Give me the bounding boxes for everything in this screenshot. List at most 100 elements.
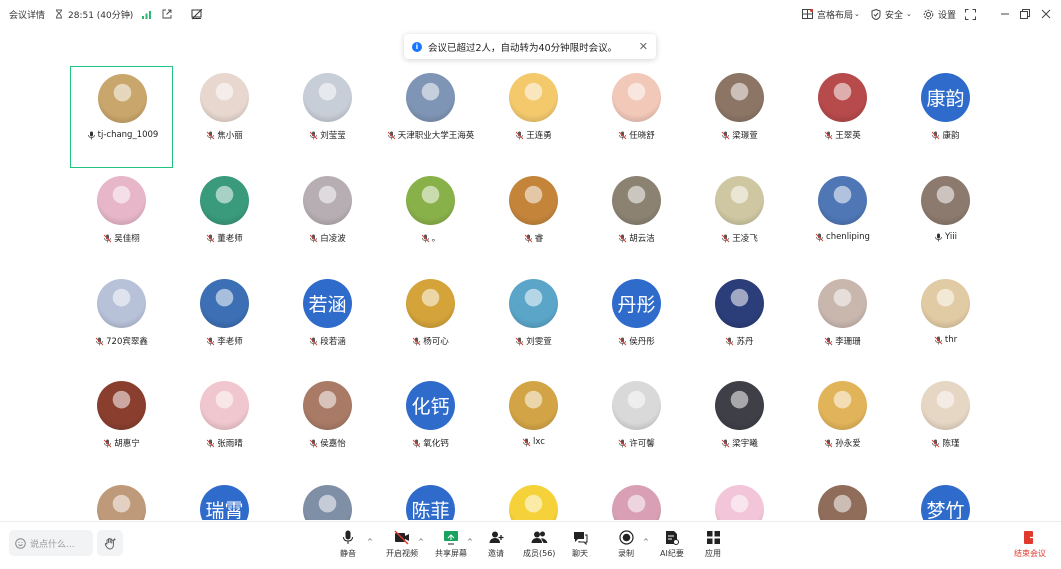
participant-tile[interactable]: 焦小丽 — [173, 66, 276, 168]
participant-tile[interactable] — [791, 478, 894, 520]
participant-tile[interactable]: 康韵 康韵 — [894, 66, 997, 168]
mic-muted-icon — [206, 234, 215, 242]
participant-tile[interactable]: 张雨晴 — [173, 374, 276, 476]
participant-tile[interactable]: tj-chang_1009 — [70, 66, 173, 168]
participant-tile[interactable] — [585, 478, 688, 520]
participant-tile[interactable]: Yiii — [894, 169, 997, 271]
mic-muted-icon — [618, 131, 627, 139]
participant-tile[interactable]: chenliping — [791, 169, 894, 271]
participant-tile[interactable]: 陈瑾 — [894, 374, 997, 476]
participant-name-row: 胡惠宁 — [70, 437, 173, 449]
chat-button[interactable]: 聊天 — [572, 530, 588, 564]
avatar — [97, 176, 146, 225]
grid-layout-icon[interactable] — [802, 0, 813, 28]
participant-tile[interactable]: 胡惠宁 — [70, 374, 173, 476]
record-button[interactable]: 录制 — [618, 530, 634, 564]
ai-summary-button[interactable]: AI纪要 — [660, 530, 684, 564]
layout-menu[interactable]: 宫格布局 — [817, 0, 853, 28]
share-screen-button[interactable]: 共享屏幕 — [435, 530, 467, 564]
close-icon[interactable]: ✕ — [639, 40, 648, 53]
participant-name: 梁璟萱 — [732, 131, 758, 141]
participant-tile[interactable]: 李老师 — [173, 272, 276, 374]
participant-tile[interactable]: 睿 — [482, 169, 585, 271]
minimize-icon[interactable] — [1000, 0, 1010, 28]
meeting-details-link[interactable]: 会议详情 — [9, 0, 45, 28]
participant-tile[interactable]: 许可馨 — [585, 374, 688, 476]
members-button[interactable]: 成员(56) — [523, 530, 555, 564]
participant-tile[interactable]: 杨可心 — [379, 272, 482, 374]
participant-tile[interactable]: 任晓舒 — [585, 66, 688, 168]
participant-tile[interactable]: 胡云洁 — [585, 169, 688, 271]
participant-tile[interactable]: 。 — [379, 169, 482, 271]
participant-tile[interactable]: thr — [894, 272, 997, 374]
participant-tile[interactable] — [70, 478, 173, 520]
chevron-down-icon[interactable]: ⌄ — [126, 0, 132, 28]
chat-quick-input[interactable]: 说点什么... — [9, 530, 93, 556]
avatar — [818, 176, 867, 225]
participant-tile[interactable]: 侯嘉怡 — [276, 374, 379, 476]
participant-tile[interactable]: 董老师 — [173, 169, 276, 271]
mic-muted-icon — [412, 337, 421, 345]
participant-tile[interactable]: 梁璟萱 — [688, 66, 791, 168]
avatar — [921, 279, 970, 328]
shield-icon[interactable] — [871, 0, 881, 28]
participant-tile[interactable]: 陈菲 — [379, 478, 482, 520]
participant-tile[interactable]: 丹彤 侯丹彤 — [585, 272, 688, 374]
participant-tile[interactable]: 孙永爱 — [791, 374, 894, 476]
fullscreen-icon[interactable] — [965, 0, 976, 28]
participant-tile[interactable]: 梦竹 — [894, 478, 997, 520]
participant-tile[interactable] — [276, 478, 379, 520]
chevron-up-icon[interactable]: ^ — [643, 538, 649, 546]
participant-tile[interactable]: 刘雯萱 — [482, 272, 585, 374]
settings-button[interactable]: 设置 — [938, 0, 956, 28]
restore-icon[interactable] — [1020, 0, 1030, 28]
chevron-up-icon[interactable]: ^ — [467, 538, 473, 546]
end-meeting-label: 结束会议 — [1014, 549, 1046, 558]
mute-button[interactable]: 静音 — [340, 530, 356, 564]
participant-tile[interactable]: 苏丹 — [688, 272, 791, 374]
chevron-up-icon[interactable]: ^ — [367, 538, 373, 546]
chevron-down-icon[interactable]: ⌄ — [906, 0, 912, 28]
participant-tile[interactable]: 化钙 氧化钙 — [379, 374, 482, 476]
participant-tile[interactable] — [688, 478, 791, 520]
participant-tile[interactable]: 天津职业大学王海英 — [379, 66, 482, 168]
apps-label: 应用 — [705, 549, 721, 558]
microphone-icon — [343, 530, 353, 544]
participant-tile[interactable]: 白凌波 — [276, 169, 379, 271]
chevron-up-icon[interactable]: ^ — [418, 538, 424, 546]
participant-tile[interactable]: 720宾翠鑫 — [70, 272, 173, 374]
screen-off-icon[interactable] — [191, 0, 203, 28]
participant-tile[interactable]: 王翠英 — [791, 66, 894, 168]
participant-tile[interactable]: 王凌飞 — [688, 169, 791, 271]
mic-muted-icon — [309, 234, 318, 242]
participant-tile[interactable]: 吴佳栩 — [70, 169, 173, 271]
popout-icon[interactable] — [162, 0, 172, 28]
participant-tile[interactable]: 王连勇 — [482, 66, 585, 168]
apps-button[interactable]: 应用 — [705, 530, 721, 564]
raise-hand-button[interactable] — [97, 530, 123, 556]
close-icon[interactable] — [1041, 0, 1051, 28]
participant-tile[interactable]: 若涵 段若涵 — [276, 272, 379, 374]
participant-name-row: 张雨晴 — [173, 437, 276, 449]
participant-name-row: 康韵 — [894, 129, 997, 141]
invite-button[interactable]: 邀请 — [488, 530, 504, 564]
security-menu[interactable]: 安全 — [885, 0, 903, 28]
start-video-button[interactable]: 开启视频 — [386, 530, 418, 564]
gear-icon[interactable] — [923, 0, 934, 28]
hand-icon — [104, 537, 115, 549]
avatar — [818, 485, 867, 520]
meeting-timer[interactable]: 28:51 (40分钟) — [68, 0, 133, 28]
participant-tile[interactable]: lxc — [482, 374, 585, 476]
participant-tile[interactable]: 刘莹莹 — [276, 66, 379, 168]
end-meeting-button[interactable]: 结束会议 — [1014, 530, 1046, 564]
mic-muted-icon — [309, 439, 318, 447]
participant-tile[interactable]: 李珊珊 — [791, 272, 894, 374]
mic-muted-icon — [103, 234, 112, 242]
chevron-down-icon[interactable]: ⌄ — [854, 0, 860, 28]
avatar: 丹彤 — [612, 279, 661, 328]
participant-name: 康韵 — [942, 131, 960, 141]
participant-tile[interactable] — [482, 478, 585, 520]
avatar — [818, 279, 867, 328]
participant-tile[interactable]: 梁宇曦 — [688, 374, 791, 476]
participant-tile[interactable]: 瑞霄 — [173, 478, 276, 520]
